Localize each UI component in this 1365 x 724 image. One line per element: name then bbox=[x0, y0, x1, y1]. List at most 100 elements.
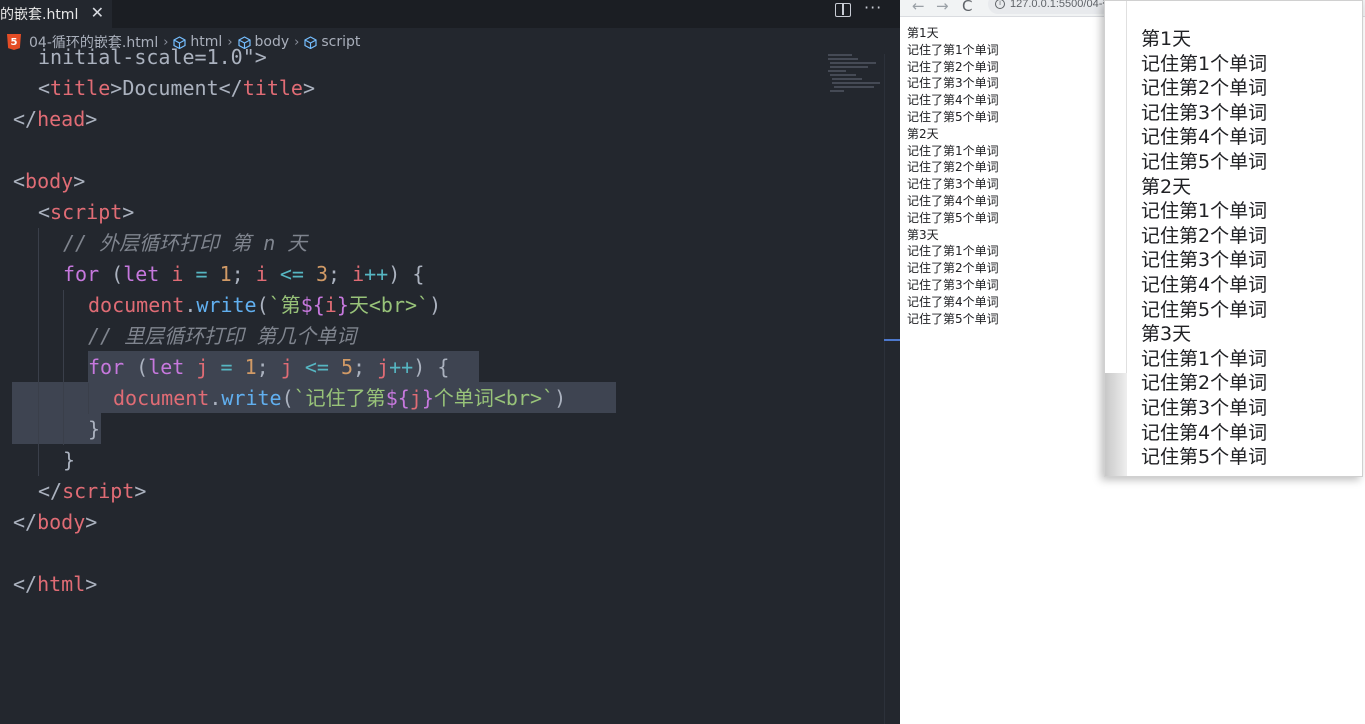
magnified-line: 记住第4个单词 bbox=[1141, 421, 1268, 444]
magnified-line: 第2天 bbox=[1141, 175, 1192, 198]
magnified-line: 记住第2个单词 bbox=[1141, 224, 1268, 247]
reload-icon[interactable]: C bbox=[962, 0, 972, 15]
indent-guide bbox=[38, 259, 39, 290]
magnified-line: 记住第3个单词 bbox=[1141, 249, 1268, 272]
output-line: 记住了第1个单词 bbox=[907, 42, 999, 57]
code-token: j bbox=[280, 355, 293, 379]
code-token: > bbox=[134, 479, 147, 503]
output-line: 记住了第5个单词 bbox=[907, 109, 999, 124]
output-line: 记住了第1个单词 bbox=[907, 143, 999, 158]
code-token: <= bbox=[304, 355, 329, 379]
code-line[interactable]: </body> bbox=[13, 507, 97, 538]
code-token: > bbox=[85, 572, 98, 596]
indent-guide bbox=[38, 352, 39, 383]
breadcrumb-script[interactable]: script bbox=[321, 34, 360, 50]
indent-guide bbox=[63, 352, 64, 383]
code-token: ; bbox=[328, 262, 353, 286]
code-token: } bbox=[421, 386, 434, 410]
code-token: = bbox=[195, 262, 208, 286]
magnified-line: 记住第1个单词 bbox=[1141, 52, 1268, 75]
code-token: write bbox=[196, 293, 257, 317]
magnified-line: 第3天 bbox=[1141, 323, 1192, 346]
code-token: = bbox=[220, 355, 233, 379]
code-token: ; bbox=[256, 355, 281, 379]
split-editor-icon[interactable] bbox=[835, 3, 851, 17]
back-arrow-icon[interactable]: ← bbox=[912, 0, 925, 15]
magnified-line: 记住第2个单词 bbox=[1141, 77, 1268, 100]
code-line[interactable]: // 里层循环打印 第几个单词 bbox=[88, 321, 356, 352]
code-line[interactable]: <body> bbox=[13, 166, 85, 197]
code-token: script bbox=[62, 479, 135, 503]
code-token: > bbox=[122, 200, 135, 224]
magnified-line: 记住第5个单词 bbox=[1141, 298, 1268, 321]
cube-icon bbox=[304, 35, 317, 49]
code-token: ++ bbox=[389, 355, 414, 379]
code-line[interactable]: for (let j = 1; j <= 5; j++) { bbox=[88, 352, 449, 383]
editor-tab-bar: 的嵌套.html ✕ ··· bbox=[0, 0, 900, 28]
code-token: > bbox=[85, 510, 98, 534]
code-token: ( bbox=[99, 262, 124, 286]
code-token: ) bbox=[554, 386, 567, 410]
indent-guide bbox=[38, 321, 39, 352]
code-line[interactable]: document.write(`记住了第${j}个单词<br>`) bbox=[113, 383, 566, 414]
code-line[interactable]: <title>Document</title> bbox=[38, 73, 315, 104]
code-token: for bbox=[88, 355, 125, 379]
code-token: ; bbox=[353, 355, 378, 379]
code-token: . bbox=[209, 386, 222, 410]
code-token: < bbox=[38, 76, 51, 100]
code-token: } bbox=[63, 448, 76, 472]
code-line[interactable]: document.write(`第${i}天<br>`) bbox=[88, 290, 441, 321]
info-icon[interactable]: i bbox=[995, 0, 1005, 9]
code-token: script bbox=[50, 200, 123, 224]
code-line[interactable]: } bbox=[63, 445, 75, 476]
tab-label: 的嵌套.html bbox=[0, 7, 79, 23]
code-line[interactable]: initial-scale=1.0"> bbox=[38, 42, 267, 73]
code-token: 3 bbox=[315, 262, 328, 286]
indent-guide bbox=[63, 321, 64, 352]
indent-guide bbox=[38, 414, 39, 445]
code-token: ( bbox=[124, 355, 149, 379]
magnifier-shadow bbox=[1105, 373, 1127, 476]
code-token: head bbox=[37, 107, 86, 131]
code-line[interactable]: </head> bbox=[13, 104, 97, 135]
output-line: 第1天 bbox=[907, 26, 939, 40]
html5-icon: 5 bbox=[7, 34, 21, 50]
code-token: j bbox=[196, 355, 209, 379]
code-line[interactable]: </html> bbox=[13, 569, 97, 600]
code-token: > bbox=[110, 76, 123, 100]
magnified-line: 第1天 bbox=[1141, 28, 1192, 50]
minimap[interactable] bbox=[826, 50, 884, 100]
forward-arrow-icon[interactable]: → bbox=[936, 0, 949, 15]
code-token: let bbox=[123, 262, 160, 286]
more-actions-icon[interactable]: ··· bbox=[864, 0, 882, 17]
address-bar[interactable]: i 127.0.0.1:5500/04-循环的嵌套.html bbox=[988, 0, 1118, 14]
code-token: // 外层循环打印 第 n 天 bbox=[63, 231, 308, 255]
code-editor[interactable]: 的嵌套.html ✕ ··· 5 04-循环的嵌套.html › html › … bbox=[0, 0, 900, 724]
code-line[interactable]: } bbox=[88, 414, 100, 445]
magnified-line: 记住第3个单词 bbox=[1141, 101, 1268, 124]
code-token: </ bbox=[13, 510, 38, 534]
code-token: ${ bbox=[385, 386, 410, 410]
editor-tab-active[interactable]: 的嵌套.html ✕ bbox=[0, 0, 112, 28]
magnified-line: 记住第5个单词 bbox=[1141, 446, 1268, 469]
magnified-line: 记住第3个单词 bbox=[1141, 397, 1268, 419]
output-line: 记住了第2个单词 bbox=[907, 261, 999, 276]
output-line: 记住了第5个单词 bbox=[907, 311, 999, 326]
code-token: ) { bbox=[413, 355, 450, 379]
magnified-line: 记住第4个单词 bbox=[1141, 274, 1268, 296]
code-token: ++ bbox=[364, 262, 389, 286]
magnified-line: 记住第1个单词 bbox=[1141, 200, 1268, 223]
code-token: 个单词<br>` bbox=[433, 386, 555, 410]
code-line[interactable]: // 外层循环打印 第 n 天 bbox=[63, 228, 307, 259]
editor-scrollbar[interactable] bbox=[884, 54, 900, 724]
code-line[interactable]: <script> bbox=[38, 197, 134, 228]
code-line[interactable]: for (let i = 1; i <= 3; i++) { bbox=[63, 259, 424, 290]
code-token: i bbox=[352, 262, 365, 286]
close-icon[interactable]: ✕ bbox=[91, 4, 104, 22]
page-output: 第1天 记住了第1个单词 记住了第2个单词 记住了第3个单词 记住了第4个单词 记住了第5… bbox=[907, 25, 999, 327]
code-line[interactable]: </script> bbox=[38, 476, 146, 507]
